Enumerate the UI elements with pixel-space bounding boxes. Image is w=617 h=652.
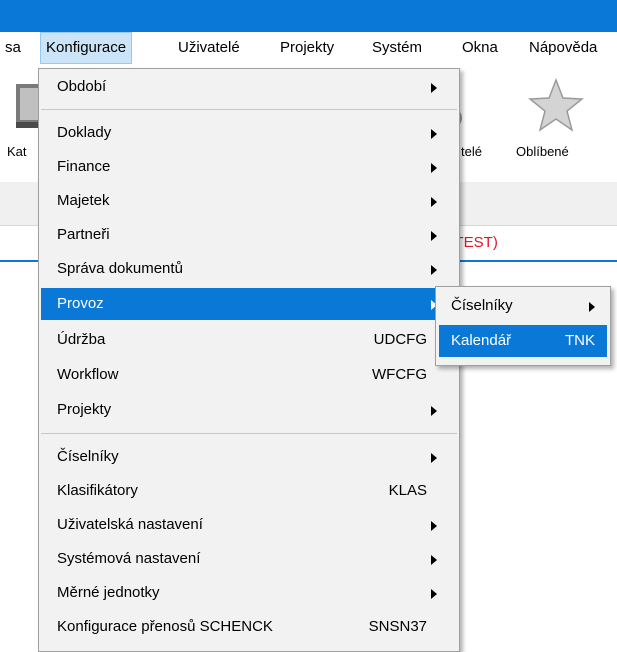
submenu-arrow-icon xyxy=(431,231,437,241)
submenu-arrow-icon xyxy=(431,453,437,463)
submenu-arrow-icon xyxy=(431,163,437,173)
menu-item-uzivatelska-nastaveni[interactable]: Uživatelská nastavení xyxy=(41,509,457,541)
shortcut-label: UDCFG xyxy=(373,331,427,348)
toolbar-uzivatele-label[interactable]: telé xyxy=(461,144,482,159)
menu-item-label: Partneři xyxy=(57,226,110,243)
menu-item-label: Období xyxy=(57,78,107,95)
submenu-item-ciselniky[interactable]: Číselníky xyxy=(439,290,607,322)
menu-item-napoveda[interactable]: Nápověda xyxy=(529,32,597,64)
shortcut-label: KLAS xyxy=(388,482,427,499)
menu-bar: sa Konfigurace Uživatelé Projekty Systém… xyxy=(0,32,617,64)
menu-item-partneri[interactable]: Partneři xyxy=(41,219,457,251)
menu-item-ciselniky[interactable]: Číselníky xyxy=(41,441,457,473)
submenu-arrow-icon xyxy=(431,406,437,416)
menu-item-konfigurace-prenosu[interactable]: Konfigurace přenosů SCHENCK SNSN37 xyxy=(41,611,457,643)
submenu-arrow-icon xyxy=(431,129,437,139)
toolbar-katalog-label[interactable]: Kat xyxy=(7,144,27,159)
menu-item-finance[interactable]: Finance xyxy=(41,151,457,183)
menu-item-label: Číselníky xyxy=(57,448,119,465)
menu-item-provoz[interactable]: Provoz xyxy=(41,288,457,320)
menu-separator xyxy=(41,109,457,110)
menu-item-label: Finance xyxy=(57,158,111,175)
menu-item-obdobi[interactable]: Období xyxy=(41,71,457,103)
menu-item-projekty[interactable]: Projekty xyxy=(280,32,334,64)
menu-item-doklady[interactable]: Doklady xyxy=(41,117,457,149)
menu-item-label: Uživatelská nastavení xyxy=(57,516,203,533)
menu-item-majetek[interactable]: Majetek xyxy=(41,185,457,217)
submenu-arrow-icon xyxy=(431,83,437,93)
submenu-item-kalendar[interactable]: Kalendář TNK xyxy=(439,325,607,357)
toolbar-oblibene-label[interactable]: Oblíbené xyxy=(516,144,569,159)
menu-item-konfigurace[interactable]: Konfigurace xyxy=(40,32,133,64)
menu-item-label: Klasifikátory xyxy=(57,482,138,499)
menu-item-sprava-dokumentu[interactable]: Správa dokumentů xyxy=(41,253,457,285)
menu-item-sa[interactable]: sa xyxy=(5,32,21,64)
menu-item-system[interactable]: Systém xyxy=(372,32,422,64)
submenu-arrow-icon xyxy=(589,302,595,312)
menu-item-systemova-nastaveni[interactable]: Systémová nastavení xyxy=(41,543,457,575)
menu-item-label: Systémová nastavení xyxy=(57,550,201,567)
menu-item-label: Provoz xyxy=(57,295,104,312)
provoz-submenu: Číselníky Kalendář TNK xyxy=(435,286,611,366)
menu-item-projekty[interactable]: Projekty xyxy=(41,394,457,426)
menu-item-klasifikatory[interactable]: Klasifikátory KLAS xyxy=(41,475,457,507)
konfigurace-dropdown-menu: Období Doklady Finance Majetek Partneři … xyxy=(38,68,460,652)
menu-item-label: Doklady xyxy=(57,124,112,141)
shortcut-label: TNK xyxy=(565,332,595,349)
menu-item-label: Konfigurace přenosů SCHENCK xyxy=(57,618,273,635)
menu-item-label: Workflow xyxy=(57,366,119,383)
menu-item-label: Kalendář xyxy=(451,332,512,349)
menu-item-label: Správa dokumentů xyxy=(57,260,183,277)
star-icon[interactable] xyxy=(527,77,585,132)
submenu-arrow-icon xyxy=(431,197,437,207)
menu-item-label: Údržba xyxy=(57,331,106,348)
menu-item-okna[interactable]: Okna xyxy=(462,32,498,64)
menu-item-workflow[interactable]: Workflow WFCFG xyxy=(41,359,457,391)
menu-separator xyxy=(41,433,457,434)
menu-item-merne-jednotky[interactable]: Měrné jednotky xyxy=(41,577,457,609)
menu-item-label: Číselníky xyxy=(451,297,513,314)
title-bar xyxy=(0,0,617,32)
submenu-arrow-icon xyxy=(431,589,437,599)
shortcut-label: WFCFG xyxy=(372,366,427,383)
menu-item-uzivatele[interactable]: Uživatelé xyxy=(178,32,240,64)
menu-item-label: Projekty xyxy=(57,401,112,418)
menu-item-udrzba[interactable]: Údržba UDCFG xyxy=(41,324,457,356)
submenu-arrow-icon xyxy=(431,521,437,531)
menu-item-label: Majetek xyxy=(57,192,110,209)
menu-item-label: Měrné jednotky xyxy=(57,584,160,601)
submenu-arrow-icon xyxy=(431,265,437,275)
submenu-arrow-icon xyxy=(431,555,437,565)
shortcut-label: SNSN37 xyxy=(368,618,427,635)
